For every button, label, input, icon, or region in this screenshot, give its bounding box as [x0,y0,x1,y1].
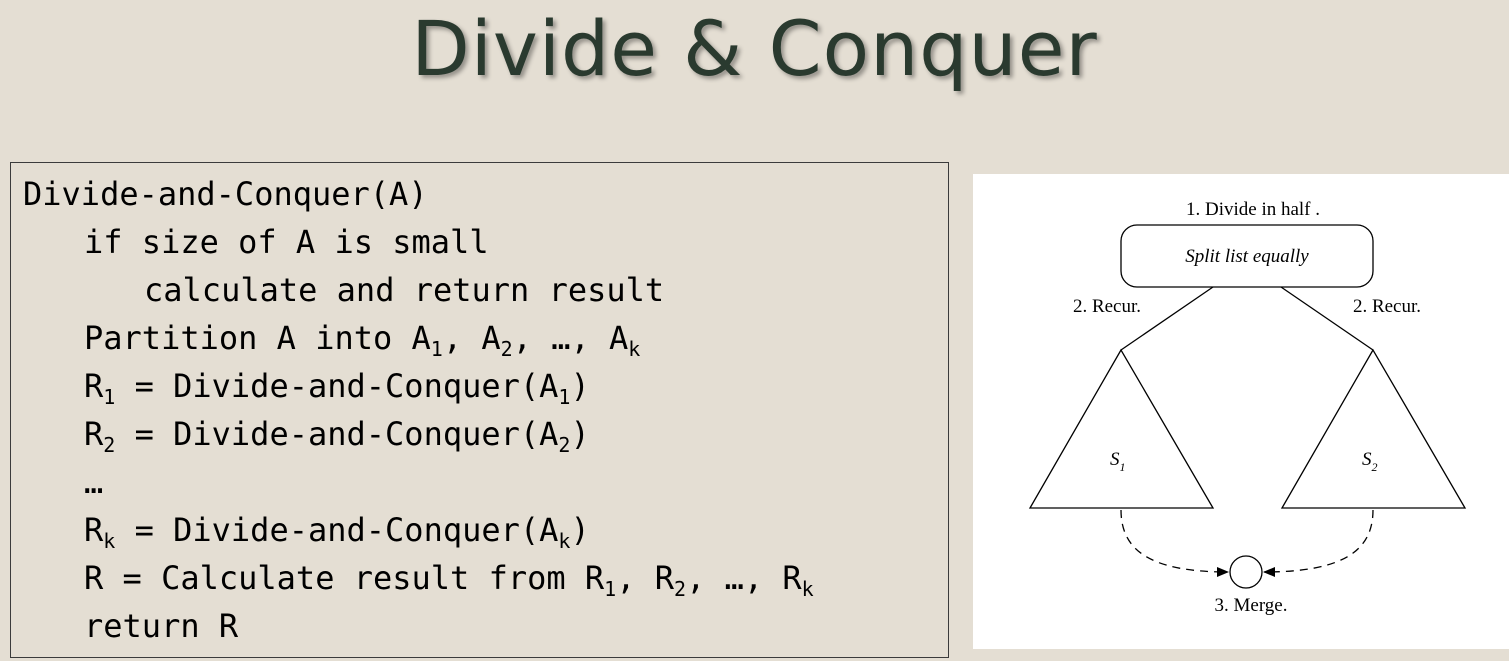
merge-label: 3. Merge. [1215,595,1288,616]
subproblem-s1-triangle [1028,348,1215,509]
code-subscript: k [628,337,641,361]
code-text: return R [84,607,239,645]
code-subscript: k [103,529,116,553]
divide-label: 1. Divide in half . [1186,199,1320,220]
code-line: if size of A is small [84,222,489,262]
pseudocode-box: Divide-and-Conquer(A) if size of A is sm… [10,162,949,658]
code-text: Partition A into A [84,319,431,357]
split-box-label: Split list equally [1185,246,1309,267]
merge-node [1229,555,1263,589]
code-text: , A [442,319,501,357]
code-line: … [84,462,103,502]
code-text: R [84,415,104,453]
code-text: R [84,367,104,405]
divide-and-conquer-figure: 1. Divide in half . Split list equally 2… [973,174,1509,649]
code-text: = Divide-and-Conquer(A [115,367,559,405]
recur-right-label: 2. Recur. [1353,296,1421,317]
code-line: calculate and return result [144,270,664,310]
subproblem-s2-triangle [1280,348,1467,509]
code-line: return R [84,606,238,646]
code-text: ) [570,367,590,405]
code-subscript: 1 [430,337,443,361]
code-subscript: 2 [500,337,513,361]
code-subscript: 1 [103,385,116,409]
s2-label: S2 [1362,449,1378,474]
code-subscript: 2 [558,433,571,457]
code-line: Divide-and-Conquer(A) [23,174,428,214]
code-text: , …, A [512,319,629,357]
code-text: Divide-and-Conquer(A) [23,175,428,213]
code-text: , R [616,559,675,597]
code-text: if size of A is small [84,223,489,261]
code-text: , …, R [686,559,802,597]
code-subscript: 2 [674,577,687,601]
figure-svg: 1. Divide in half . Split list equally 2… [1028,199,1467,616]
code-text: R [84,511,104,549]
code-line: Rk = Divide-and-Conquer(Ak) [84,510,590,553]
recur-left-label: 2. Recur. [1073,296,1141,317]
code-text: = Divide-and-Conquer(A [115,511,559,549]
code-text: … [84,463,104,501]
code-text: ) [570,511,590,549]
slide-title: Divide & Conquer [411,4,1098,93]
code-line: R = Calculate result from R1, R2, …, Rk [84,558,814,601]
merge-left-arrow [1120,509,1229,577]
code-subscript: 1 [558,385,571,409]
s1-label: S1 [1110,449,1126,474]
code-subscript: k [558,529,571,553]
code-subscript: 2 [103,433,116,457]
code-line: Partition A into A1, A2, …, Ak [84,318,641,361]
code-text: R = Calculate result from R [84,559,605,597]
code-subscript: 1 [604,577,617,601]
code-subscript: k [801,577,814,601]
code-line: R1 = Divide-and-Conquer(A1) [84,366,590,409]
code-line: R2 = Divide-and-Conquer(A2) [84,414,590,457]
code-text: ) [570,415,590,453]
merge-right-arrow [1263,509,1374,577]
code-text: calculate and return result [144,271,665,309]
code-text: = Divide-and-Conquer(A [115,415,559,453]
